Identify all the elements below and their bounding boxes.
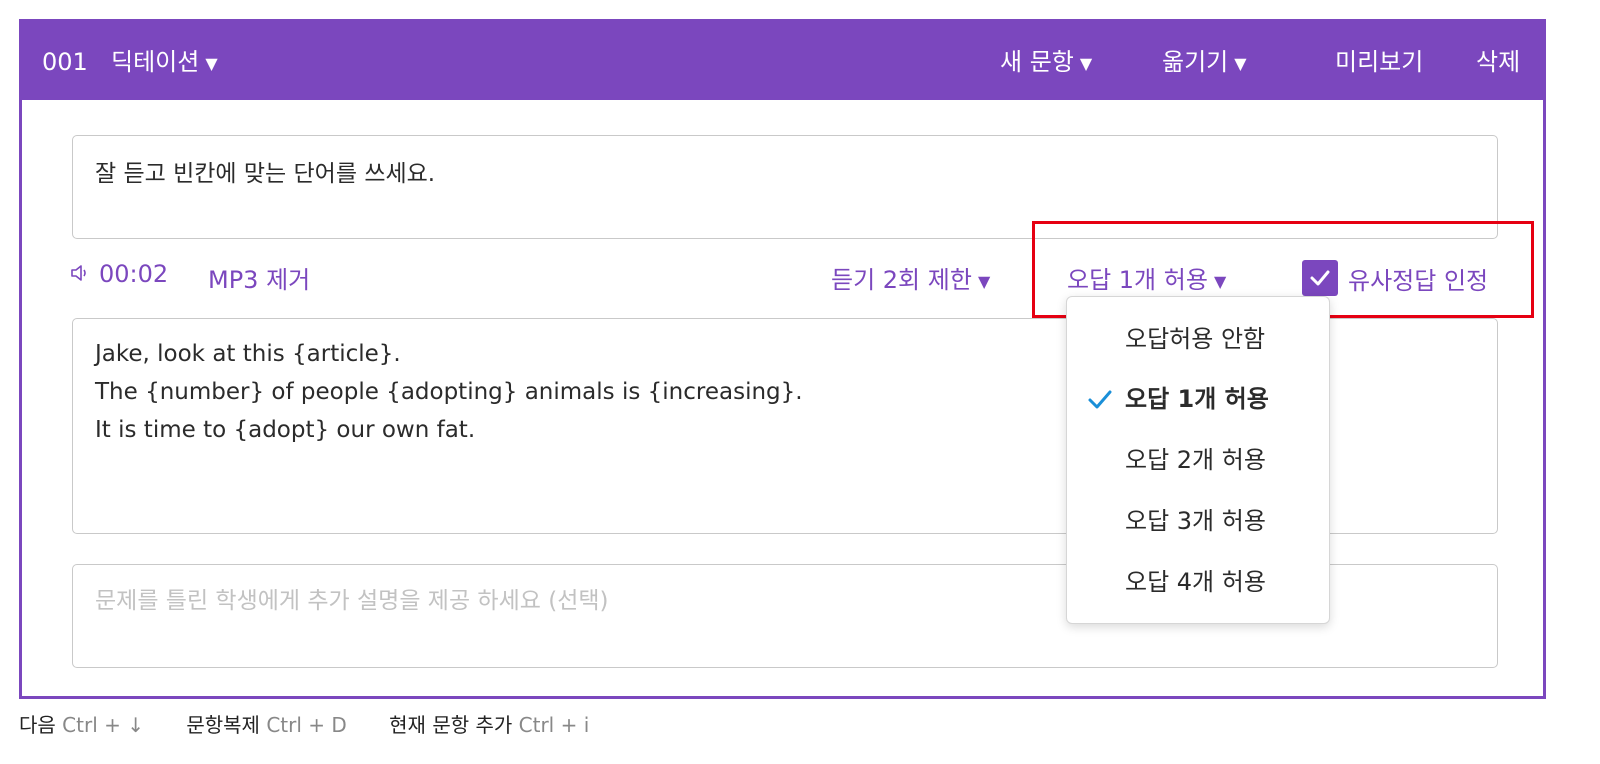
- shortcut-hints: 다음 Ctrl + ↓ 문항복제 Ctrl + D 현재 문항 추가 Ctrl …: [19, 709, 625, 738]
- new-question-label: 새 문항: [1000, 48, 1074, 76]
- checkmark-icon: [1310, 270, 1330, 286]
- move-dropdown[interactable]: 옮기기 ▼: [1162, 22, 1247, 100]
- question-header-bar: 001 딕테이션 ▼ 새 문항 ▼ 옮기기 ▼ 미리보기 삭제: [22, 22, 1543, 100]
- menu-option-label: 오답 1개 허용: [1125, 385, 1269, 413]
- menu-option-label: 오답허용 안함: [1125, 325, 1266, 353]
- checkmark-icon: [1088, 390, 1112, 409]
- new-question-dropdown[interactable]: 새 문항 ▼: [1000, 22, 1092, 100]
- preview-button[interactable]: 미리보기: [1335, 22, 1423, 100]
- question-type-dropdown[interactable]: 딕테이션 ▼: [111, 22, 218, 100]
- shortcut-next: 다음 Ctrl + ↓: [19, 713, 144, 737]
- menu-option-label: 오답 4개 허용: [1125, 568, 1266, 596]
- shortcut-label: 문항복제: [186, 713, 260, 737]
- audio-time: 00:02: [99, 260, 169, 288]
- instruction-text: 잘 듣고 빈칸에 맞는 단어를 쓰세요.: [95, 161, 436, 187]
- shortcut-duplicate: 문항복제 Ctrl + D: [186, 713, 346, 737]
- shortcut-key: Ctrl + i: [518, 713, 590, 737]
- remove-mp3-button[interactable]: MP3 제거: [208, 260, 310, 295]
- menu-option-2[interactable]: 오답 2개 허용: [1067, 436, 1329, 484]
- move-label: 옮기기: [1162, 48, 1229, 76]
- caret-down-icon: ▼: [977, 272, 991, 291]
- similar-answer-checkbox[interactable]: [1302, 260, 1338, 296]
- caret-down-icon: ▼: [1234, 54, 1247, 73]
- listen-limit-label: 듣기 2회 제한: [831, 266, 972, 294]
- wrong-answer-dropdown[interactable]: 오답 1개 허용 ▼: [1067, 260, 1226, 295]
- similar-answer-toggle[interactable]: 유사정답 인정: [1302, 260, 1488, 296]
- caret-down-icon: ▼: [205, 54, 218, 73]
- speaker-icon: [71, 265, 86, 281]
- shortcut-key: Ctrl + D: [266, 713, 347, 737]
- wrong-answer-label: 오답 1개 허용: [1067, 266, 1208, 294]
- caret-down-icon: ▼: [1213, 272, 1227, 291]
- menu-option-label: 오답 2개 허용: [1125, 446, 1266, 474]
- menu-option-4[interactable]: 오답 4개 허용: [1067, 558, 1329, 606]
- menu-option-none[interactable]: 오답허용 안함: [1067, 315, 1329, 363]
- menu-option-3[interactable]: 오답 3개 허용: [1067, 497, 1329, 545]
- shortcut-label: 다음: [19, 713, 56, 737]
- wrong-answer-menu: 오답허용 안함 오답 1개 허용 오답 2개 허용 오답 3개 허용 오답 4개…: [1066, 296, 1330, 624]
- instruction-input[interactable]: 잘 듣고 빈칸에 맞는 단어를 쓰세요.: [72, 135, 1498, 239]
- audio-toolbar: 00:02 MP3 제거 듣기 2회 제한 ▼ 오답 1개 허용 ▼ 유사정답 인정: [22, 254, 1543, 296]
- shortcut-add: 현재 문항 추가 Ctrl + i: [389, 713, 589, 737]
- menu-option-label: 오답 3개 허용: [1125, 507, 1266, 535]
- caret-down-icon: ▼: [1079, 54, 1093, 73]
- similar-answer-label: 유사정답 인정: [1348, 266, 1489, 295]
- question-type-label: 딕테이션: [111, 48, 200, 76]
- shortcut-key: Ctrl + ↓: [62, 713, 144, 737]
- shortcut-label: 현재 문항 추가: [389, 713, 513, 737]
- listen-limit-dropdown[interactable]: 듣기 2회 제한 ▼: [831, 260, 990, 295]
- delete-button[interactable]: 삭제: [1476, 22, 1520, 100]
- menu-option-1[interactable]: 오답 1개 허용: [1067, 375, 1329, 423]
- feedback-placeholder: 문제를 틀린 학생에게 추가 설명을 제공 하세요 (선택): [95, 588, 609, 614]
- audio-play-control[interactable]: 00:02: [69, 260, 168, 288]
- question-number: 001: [42, 48, 88, 76]
